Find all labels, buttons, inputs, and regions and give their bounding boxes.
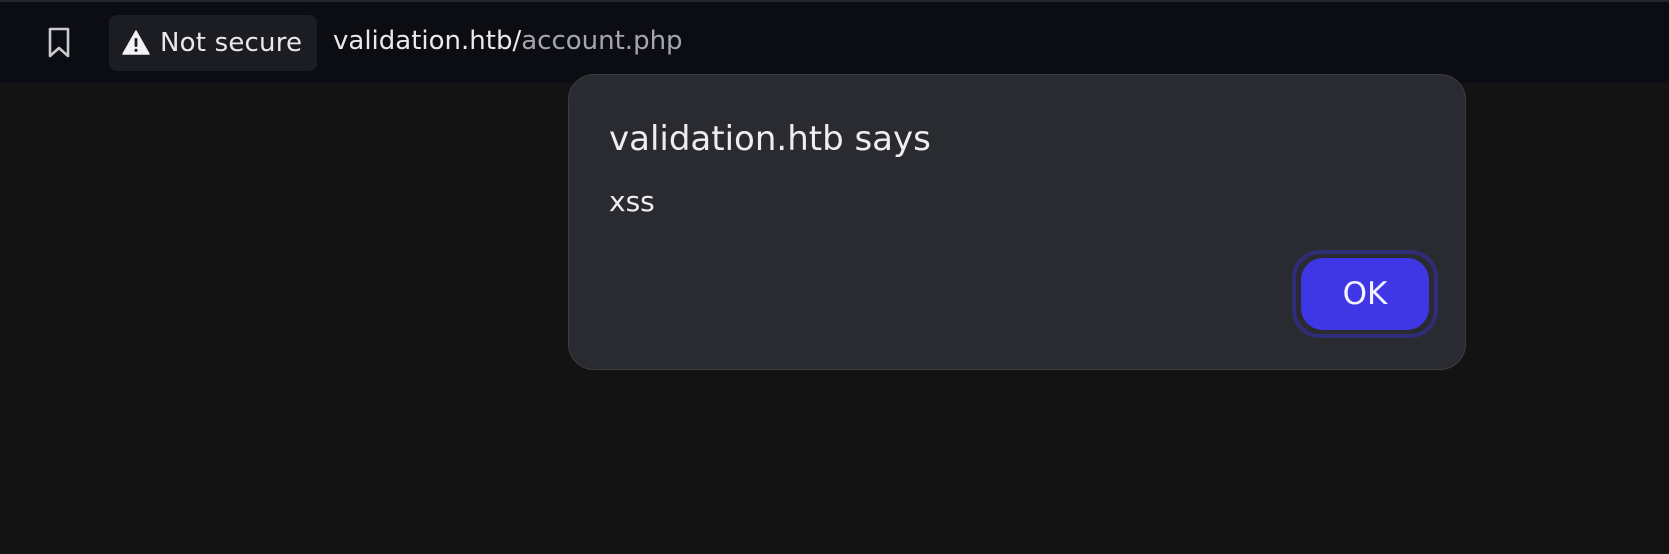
warning-triangle-icon — [122, 30, 150, 55]
security-indicator[interactable]: Not secure — [109, 15, 317, 71]
browser-toolbar: Not secure validation.htb/account.php — [0, 0, 1669, 83]
dialog-message: xss — [609, 185, 655, 218]
ok-button[interactable]: OK — [1301, 258, 1429, 330]
address-bar[interactable]: validation.htb/account.php — [333, 26, 683, 56]
security-label: Not secure — [160, 28, 303, 58]
dialog-title: validation.htb says — [609, 119, 931, 159]
alert-dialog: validation.htb says xss OK — [568, 74, 1466, 370]
ok-button-focus-ring: OK — [1292, 250, 1438, 338]
url-path: account.php — [521, 26, 683, 56]
url-host: validation.htb/ — [333, 26, 522, 56]
bookmark-icon — [48, 27, 70, 58]
bookmark-button[interactable] — [44, 26, 74, 60]
